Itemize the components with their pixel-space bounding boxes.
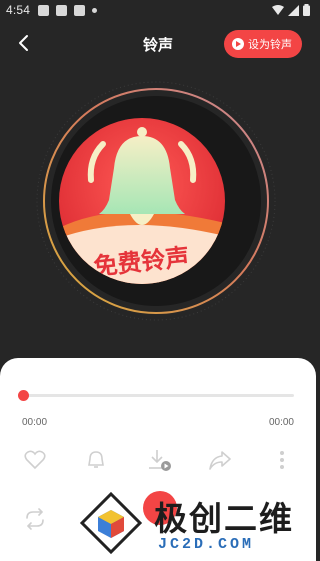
notification-icon [56,5,67,16]
notification-icon [38,5,49,16]
progress-thumb[interactable] [18,390,29,401]
status-time: 4:54 [6,3,31,17]
set-alarm-button[interactable] [82,446,110,474]
more-icon [280,451,284,469]
cover-art: 免费铃声 [59,118,225,284]
progress-bar[interactable] [18,390,294,401]
play-icon [232,38,244,50]
download-button[interactable] [145,446,173,474]
heart-icon [24,450,46,470]
bell-icon [88,451,104,468]
more-button[interactable] [268,446,296,474]
watermark-name: 极创二维 [154,499,294,538]
total-time: 00:00 [268,417,294,428]
signal-icon [288,4,299,16]
set-ringtone-label: 设为铃声 [248,39,292,51]
download-icon [149,450,171,471]
favorite-button[interactable] [21,446,49,474]
notification-icon [74,5,85,16]
ringtone-disc: 免费铃声 [31,76,281,326]
loop-icon[interactable] [22,506,48,532]
battery-icon [303,4,310,16]
action-bar [0,446,316,474]
current-time: 00:00 [22,417,48,428]
header: 铃声 设为铃声 [0,22,316,66]
watermark-logo [79,491,143,555]
share-button[interactable] [206,446,234,474]
wifi-icon [272,4,284,15]
share-icon [209,451,231,470]
status-bar: 4:54 [0,0,316,22]
watermark: 极创二维 JC2D.COM [78,490,316,561]
dot-icon [92,8,97,13]
watermark-domain: JC2D.COM [158,536,255,553]
set-ringtone-button[interactable]: 设为铃声 [224,30,302,58]
